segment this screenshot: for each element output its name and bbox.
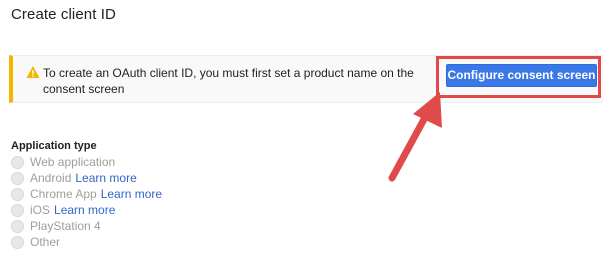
create-client-id-page: Create client ID To create an OAuth clie… <box>0 0 603 265</box>
warning-message: To create an OAuth client ID, you must f… <box>43 66 414 96</box>
option-label: iOS <box>30 203 51 217</box>
warning-icon <box>26 66 40 78</box>
option-label: Chrome App <box>30 187 97 201</box>
radio-web-application[interactable] <box>11 155 24 169</box>
page-title: Create client ID <box>11 6 116 23</box>
option-playstation-4: PlayStation 4 <box>11 218 162 234</box>
annotation-arrow <box>388 92 442 182</box>
option-label: Web application <box>30 155 116 169</box>
chrome-app-learn-more-link[interactable]: Learn more <box>101 187 162 201</box>
option-other: Other <box>11 234 162 250</box>
configure-consent-screen-button[interactable]: Configure consent screen <box>446 64 597 87</box>
option-label: Android <box>30 171 72 185</box>
option-web-application: Web application <box>11 154 162 170</box>
application-type-options: Web application Android Learn more Chrom… <box>11 154 162 250</box>
application-type-label: Application type <box>11 140 97 152</box>
radio-chrome-app[interactable] <box>11 187 24 201</box>
option-chrome-app: Chrome App Learn more <box>11 186 162 202</box>
option-android: Android Learn more <box>11 170 162 186</box>
option-ios: iOS Learn more <box>11 202 162 218</box>
radio-playstation-4[interactable] <box>11 219 24 233</box>
option-label: Other <box>30 235 61 249</box>
radio-ios[interactable] <box>11 203 24 217</box>
radio-other[interactable] <box>11 235 24 249</box>
android-learn-more-link[interactable]: Learn more <box>75 171 136 185</box>
option-label: PlayStation 4 <box>30 219 101 233</box>
ios-learn-more-link[interactable]: Learn more <box>54 203 115 217</box>
radio-android[interactable] <box>11 171 24 185</box>
